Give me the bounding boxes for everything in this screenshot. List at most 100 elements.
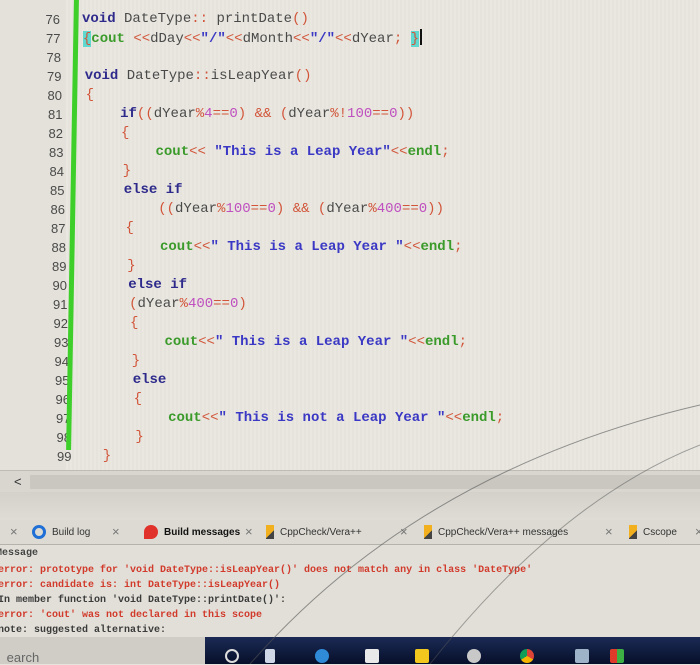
code-token: == — [212, 106, 230, 122]
code-line[interactable]: } — [103, 447, 111, 466]
code-token: dYear — [175, 201, 218, 217]
store-icon[interactable] — [365, 649, 379, 663]
info-message-row[interactable]: In member function 'void DateType::print… — [0, 593, 286, 608]
code-line[interactable]: cout<<" This is a Leap Year "<<endl; — [97, 333, 468, 352]
tab-build-log[interactable]: Build log — [28, 522, 90, 542]
code-line[interactable]: { — [87, 124, 129, 143]
code-token: DateType — [126, 68, 194, 84]
code-line[interactable]: {cout <<dDay<<"/"<<dMonth<<"/"<<dYear; } — [82, 29, 423, 48]
code-token: DateType — [124, 11, 192, 27]
tab-close-icon[interactable]: × — [245, 522, 253, 542]
code-token: 100 — [225, 201, 251, 217]
line-number: 87 — [51, 221, 66, 236]
line-number: 81 — [48, 107, 63, 122]
code-line[interactable]: } — [89, 162, 131, 181]
code-line[interactable]: else if — [90, 181, 183, 200]
panel-splitter[interactable] — [0, 492, 700, 521]
code-token: << — [293, 31, 310, 47]
codeblocks-icon[interactable] — [610, 649, 624, 663]
tab-build-messages[interactable]: Build messages — [140, 522, 240, 542]
code-token: dYear — [288, 106, 331, 122]
code-line[interactable]: cout<<" This is a Leap Year "<<endl; — [93, 238, 463, 257]
code-token: && — [254, 106, 280, 122]
code-line[interactable]: ((dYear%100==0) && (dYear%400==0)) — [91, 200, 444, 219]
code-editor[interactable]: 76 77 78 79 80 81 82 83 84 85 86 87 88 89 90 91 92 93 94 95… — [0, 0, 700, 478]
code-token: cout — [97, 334, 199, 350]
tab-cppcheck-vera-[interactable]: CppCheck/Vera++ — [262, 522, 362, 542]
change-marker-bar — [66, 0, 79, 450]
error-message-row[interactable]: error: candidate is: int DateType::isLea… — [0, 578, 280, 593]
code-line[interactable]: if((dYear%4==0) && (dYear%!100==0)) — [87, 105, 414, 124]
code-token: printDate — [216, 11, 293, 27]
file-explorer-icon[interactable] — [415, 649, 429, 663]
line-number: 94 — [54, 354, 69, 369]
tab-cppcheck-vera-messages[interactable]: CppCheck/Vera++ messages — [420, 522, 568, 542]
code-token: << — [183, 31, 201, 47]
tab-close-icon[interactable]: × — [112, 522, 120, 542]
line-number-gutter: 76 77 78 79 80 81 82 83 84 85 86 87 88 89 90 91 92 93 94 95… — [0, 0, 72, 478]
code-token: % — [195, 106, 205, 122]
tab-label: Cscope — [643, 526, 677, 538]
code-line[interactable]: void DateType::isLeapYear() — [85, 67, 312, 86]
code-token: { — [100, 391, 143, 407]
code-token: cout — [91, 31, 134, 47]
scroll-left-arrow-icon[interactable]: < — [14, 474, 22, 489]
info-message-row[interactable]: note: suggested alternative: — [0, 623, 166, 638]
code-token: << — [335, 31, 352, 47]
tab-close-icon[interactable]: × — [10, 522, 18, 542]
tab-close-icon[interactable]: × — [695, 522, 700, 542]
code-token: " This is a Leap Year " — [210, 239, 404, 255]
tab-close-icon[interactable]: × — [605, 522, 613, 542]
code-line[interactable]: cout<< "This is a Leap Year"<<endl; — [88, 143, 450, 162]
code-line[interactable]: { — [100, 390, 142, 409]
line-number: 98 — [56, 430, 71, 445]
code-line[interactable]: void DateType:: printDate() — [82, 10, 309, 29]
code-token: ( — [95, 296, 138, 312]
taskbar-app-icon[interactable] — [265, 649, 275, 663]
task-view-icon[interactable] — [225, 649, 239, 663]
code-token: << — [225, 31, 243, 47]
code-token: dYear — [351, 31, 394, 47]
code-token: %! — [330, 106, 348, 122]
code-token: () — [292, 11, 309, 27]
code-line[interactable]: cout<<" This is not a Leap Year "<<endl; — [101, 409, 504, 428]
code-line[interactable]: { — [91, 219, 134, 238]
code-token: 100 — [347, 106, 373, 122]
code-token: } — [98, 353, 141, 369]
error-message-row[interactable]: error: prototype for 'void DateType::isL… — [0, 563, 532, 578]
error-message-row[interactable]: error: 'cout' was not declared in this s… — [0, 608, 262, 623]
code-token: else if — [90, 182, 183, 198]
build-messages-icon — [144, 525, 158, 539]
code-line[interactable]: { — [86, 86, 94, 105]
scrollbar-track[interactable] — [30, 475, 700, 489]
code-line[interactable]: { — [96, 314, 138, 333]
line-number: 93 — [54, 335, 69, 350]
code-token: { — [91, 220, 134, 236]
tab-cscope[interactable]: Cscope — [625, 522, 677, 542]
message-column-header[interactable]: Message — [0, 548, 38, 559]
code-token: { — [85, 87, 94, 103]
chrome-icon[interactable] — [520, 649, 534, 663]
code-token: "/" — [309, 31, 336, 47]
tab-close-icon[interactable]: × — [400, 522, 408, 542]
code-line[interactable]: } — [94, 257, 135, 276]
cppcheck-icon — [266, 525, 274, 539]
code-token: 0 — [418, 201, 428, 217]
taskbar-app-icon[interactable] — [575, 649, 589, 663]
horizontal-scrollbar[interactable]: < — [0, 470, 700, 493]
tab-label: Build log — [52, 526, 91, 538]
edge-browser-icon[interactable] — [315, 649, 329, 663]
code-line[interactable]: else if — [95, 276, 187, 295]
code-line[interactable]: } — [102, 428, 143, 447]
code-token: % — [368, 201, 377, 217]
code-token: ; — [454, 239, 463, 255]
taskbar-app-icon[interactable] — [467, 649, 481, 663]
code-token: << — [198, 334, 215, 350]
code-line[interactable]: } — [98, 352, 140, 371]
code-token: } — [410, 31, 420, 47]
text-cursor — [420, 29, 423, 45]
line-number: 80 — [47, 88, 62, 103]
line-number: 83 — [49, 145, 64, 160]
code-line[interactable]: (dYear%400==0) — [96, 295, 247, 314]
code-line[interactable]: else — [99, 371, 167, 390]
